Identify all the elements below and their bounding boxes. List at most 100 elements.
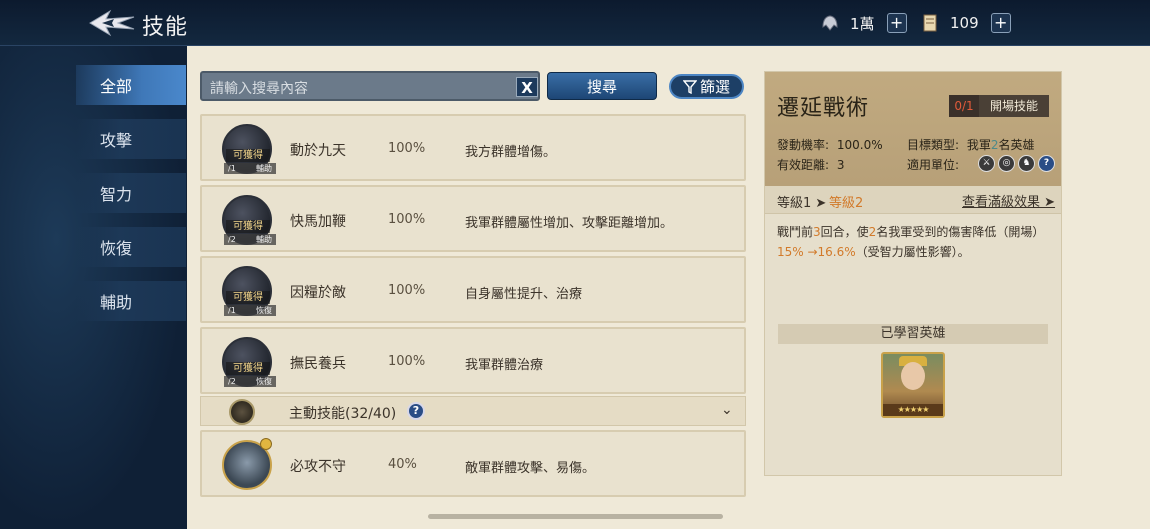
view-max-level-link[interactable]: 查看滿級效果 ➤ <box>962 191 1055 210</box>
filter-button[interactable]: 篩選 <box>669 74 744 99</box>
nav-item-all[interactable]: 全部 <box>76 65 186 105</box>
detail-header: 遷延戰術 0/1 開場技能 發動機率: 100.0% 目標類型: 我軍2名英雄 … <box>765 72 1061 186</box>
skill-rate: 100% <box>388 141 426 156</box>
help-icon[interactable]: ? <box>407 402 425 420</box>
skill-name: 快馬加鞭 <box>290 214 346 230</box>
range-value: 3 <box>836 158 845 172</box>
skill-row[interactable]: 可獲得 /2 輔助 快馬加鞭 100% 我軍群體屬性增加、攻擊距離增加。 <box>200 185 746 252</box>
skill-row[interactable]: 必攻不守 40% 敵軍群體攻擊、易傷。 <box>200 430 746 497</box>
skill-detail-panel: 遷延戰術 0/1 開場技能 發動機率: 100.0% 目標類型: 我軍2名英雄 … <box>764 71 1062 476</box>
skill-rate: 40% <box>388 457 417 472</box>
skill-count: /2 <box>228 235 236 244</box>
skill-desc: 我軍群體屬性增加、攻擊距離增加。 <box>465 216 674 231</box>
skill-meta: /2 恢復 <box>224 376 276 387</box>
skill-row[interactable]: 可獲得 /1 輔助 動於九天 100% 我方群體增傷。 <box>200 114 746 181</box>
obtainable-tag: 可獲得 <box>226 220 270 233</box>
skill-meta: /2 輔助 <box>224 234 276 245</box>
target-post: 名英雄 <box>998 138 1035 152</box>
skill-kind: 輔助 <box>256 235 272 244</box>
horse-icon: ♞ <box>1018 155 1035 172</box>
skill-type-badge: 開場技能 <box>979 95 1049 117</box>
range-label: 有效距離: <box>777 158 830 172</box>
chevron-down-icon[interactable]: ⌄ <box>721 402 733 418</box>
nav-item-support[interactable]: 輔助 <box>76 281 186 321</box>
resource-1: 1萬 + <box>820 10 907 36</box>
filter-icon <box>682 79 697 94</box>
skill-count: /2 <box>228 377 236 386</box>
skill-rate: 100% <box>388 283 426 298</box>
detail-title: 遷延戰術 <box>777 96 870 121</box>
resource-1-value: 1萬 <box>850 14 875 33</box>
unit-label: 適用單位: <box>907 158 960 172</box>
effective-range: 有效距離: 3 <box>777 156 845 173</box>
skill-desc: 我軍群體治療 <box>465 358 544 373</box>
level-bar: 等級1 ➤ 等級2 查看滿級效果 ➤ <box>765 186 1061 214</box>
skill-list: 可獲得 /1 輔助 動於九天 100% 我方群體增傷。 可獲得 /2 輔助 快馬加鞭… <box>200 114 746 523</box>
skill-kind: 恢復 <box>256 306 272 315</box>
search-input[interactable]: 請輸入搜尋內容 <box>200 71 540 101</box>
home-indicator <box>428 514 723 519</box>
helmet-icon <box>820 13 840 33</box>
active-skills-section-header[interactable]: 主動技能(32/40) ? ⌄ <box>200 396 746 426</box>
skill-desc: 自身屬性提升、治療 <box>465 287 583 302</box>
skill-desc: 我方群體增傷。 <box>465 145 557 160</box>
skill-meta: /1 恢復 <box>224 305 276 316</box>
effect-a: 戰鬥前 <box>777 225 814 239</box>
effect-e: 名我軍受到的傷害降低（開場） <box>876 225 1045 239</box>
effect-b: 3 <box>813 225 821 239</box>
target-type: 目標類型: 我軍2名英雄 <box>907 136 1035 153</box>
search-button[interactable]: 搜尋 <box>547 72 657 100</box>
trigger-rate: 發動機率: 100.0% <box>777 136 883 153</box>
left-nav: 全部 攻擊 智力 恢復 輔助 <box>0 46 187 529</box>
obtainable-tag: 可獲得 <box>226 362 270 375</box>
unit-icons: ⚔ ◎ ♞ ? <box>978 155 1055 172</box>
skill-rate: 100% <box>388 212 426 227</box>
nav-item-recovery[interactable]: 恢復 <box>76 227 186 267</box>
trigger-label: 發動機率: <box>777 138 830 152</box>
add-resource-2-button[interactable]: + <box>990 13 1011 33</box>
add-resource-1-button[interactable]: + <box>886 13 907 33</box>
skill-row[interactable]: 可獲得 /2 恢復 撫民養兵 100% 我軍群體治療 <box>200 327 746 394</box>
skill-name: 撫民養兵 <box>290 356 346 372</box>
skill-kind: 恢復 <box>256 377 272 386</box>
clear-search-button[interactable]: X <box>516 77 538 97</box>
resource-2-value: 109 <box>950 14 979 32</box>
help-icon[interactable]: ? <box>1038 155 1055 172</box>
hero-card[interactable]: ★★★★★ <box>881 352 945 418</box>
sword-icon: ⚔ <box>978 155 995 172</box>
top-bar: 技能 1萬 + 109 + <box>0 0 1150 46</box>
skill-count-badge: 0/1 <box>949 95 979 117</box>
back-icon[interactable] <box>88 8 136 38</box>
level-current: 等級1 ➤ <box>777 196 827 211</box>
hero-stars: ★★★★★ <box>883 404 943 416</box>
resource-2: 109 + <box>920 10 1011 36</box>
skill-name: 必攻不守 <box>290 459 346 475</box>
skill-rate: 100% <box>388 354 426 369</box>
filter-label: 篩選 <box>699 78 730 96</box>
scroll-icon <box>920 13 940 33</box>
skill-kind: 輔助 <box>256 164 272 173</box>
obtainable-tag: 可獲得 <box>226 149 270 162</box>
skill-name: 動於九天 <box>290 143 346 159</box>
skill-row[interactable]: 可獲得 /1 恢復 因糧於敵 100% 自身屬性提升、治療 <box>200 256 746 323</box>
learned-heroes-title: 已學習英雄 <box>778 324 1048 344</box>
trigger-value: 100.0% <box>836 138 883 152</box>
target-icon: ◎ <box>998 155 1015 172</box>
effect-f: 15% →16.6% <box>777 245 856 259</box>
nav-item-intellect[interactable]: 智力 <box>76 173 186 213</box>
nav-item-attack[interactable]: 攻擊 <box>76 119 186 159</box>
page-title: 技能 <box>142 15 189 40</box>
skill-meta: /1 輔助 <box>224 163 276 174</box>
main-panel: 請輸入搜尋內容 X 搜尋 篩選 可獲得 /1 輔助 動於九天 100% 我方群體增… <box>187 46 1150 529</box>
effect-c: 回合，使 <box>820 225 869 239</box>
target-pre: 我軍 <box>966 138 991 152</box>
skill-count: /1 <box>228 164 236 173</box>
obtainable-tag: 可獲得 <box>226 291 270 304</box>
unit-type: 適用單位: <box>907 156 959 173</box>
target-label: 目標類型: <box>907 138 960 152</box>
hero-portrait <box>901 362 925 390</box>
skill-effect-text: 戰鬥前3回合，使2名我軍受到的傷害降低（開場）15% →16.6%（受智力屬性影… <box>777 222 1053 262</box>
level-next: 等級2 <box>829 196 864 211</box>
skill-name: 因糧於敵 <box>290 285 346 301</box>
effect-g: （受智力屬性影響）。 <box>855 245 970 259</box>
